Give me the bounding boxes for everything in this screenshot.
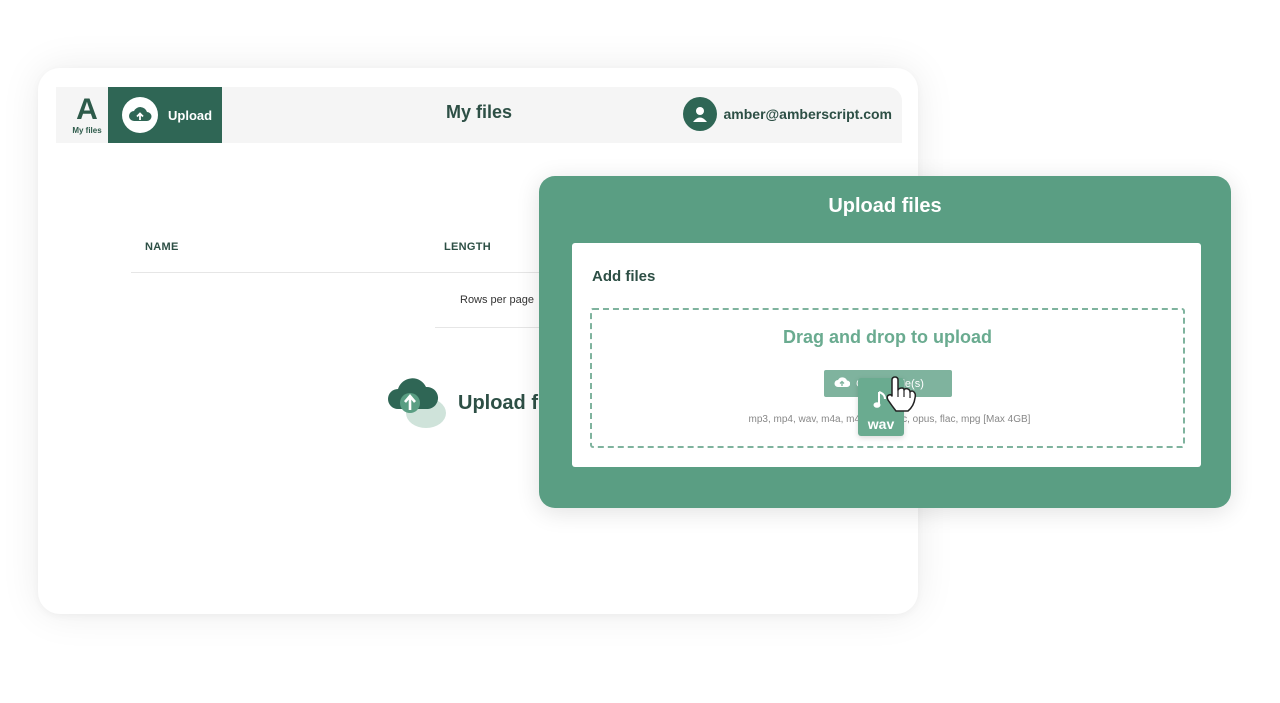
table-divider	[131, 272, 571, 273]
user-menu[interactable]: amber@amberscript.com	[682, 97, 893, 131]
column-header-name[interactable]: NAME	[145, 241, 179, 253]
cloud-upload-icon	[834, 375, 851, 393]
user-email: amber@amberscript.com	[723, 106, 893, 122]
cloud-upload-icon	[386, 373, 448, 434]
top-navigation-bar: A My files Upload My files amber@ambersc…	[56, 87, 902, 143]
avatar	[682, 97, 717, 131]
column-header-length[interactable]: LENGTH	[444, 241, 491, 253]
dropzone-heading: Drag and drop to upload	[783, 327, 992, 347]
rows-per-page-label: Rows per page	[460, 294, 534, 306]
hand-cursor-icon	[882, 376, 920, 419]
user-icon	[692, 107, 707, 122]
upload-modal: Upload files Add files Drag and drop to …	[539, 176, 1231, 508]
empty-state-upload-label: Upload fil	[458, 392, 550, 414]
add-files-heading: Add files	[592, 268, 656, 285]
logo-caption: My files	[72, 126, 102, 135]
modal-title: Upload files	[828, 195, 942, 217]
empty-state-upload[interactable]: Upload fil	[386, 373, 549, 434]
